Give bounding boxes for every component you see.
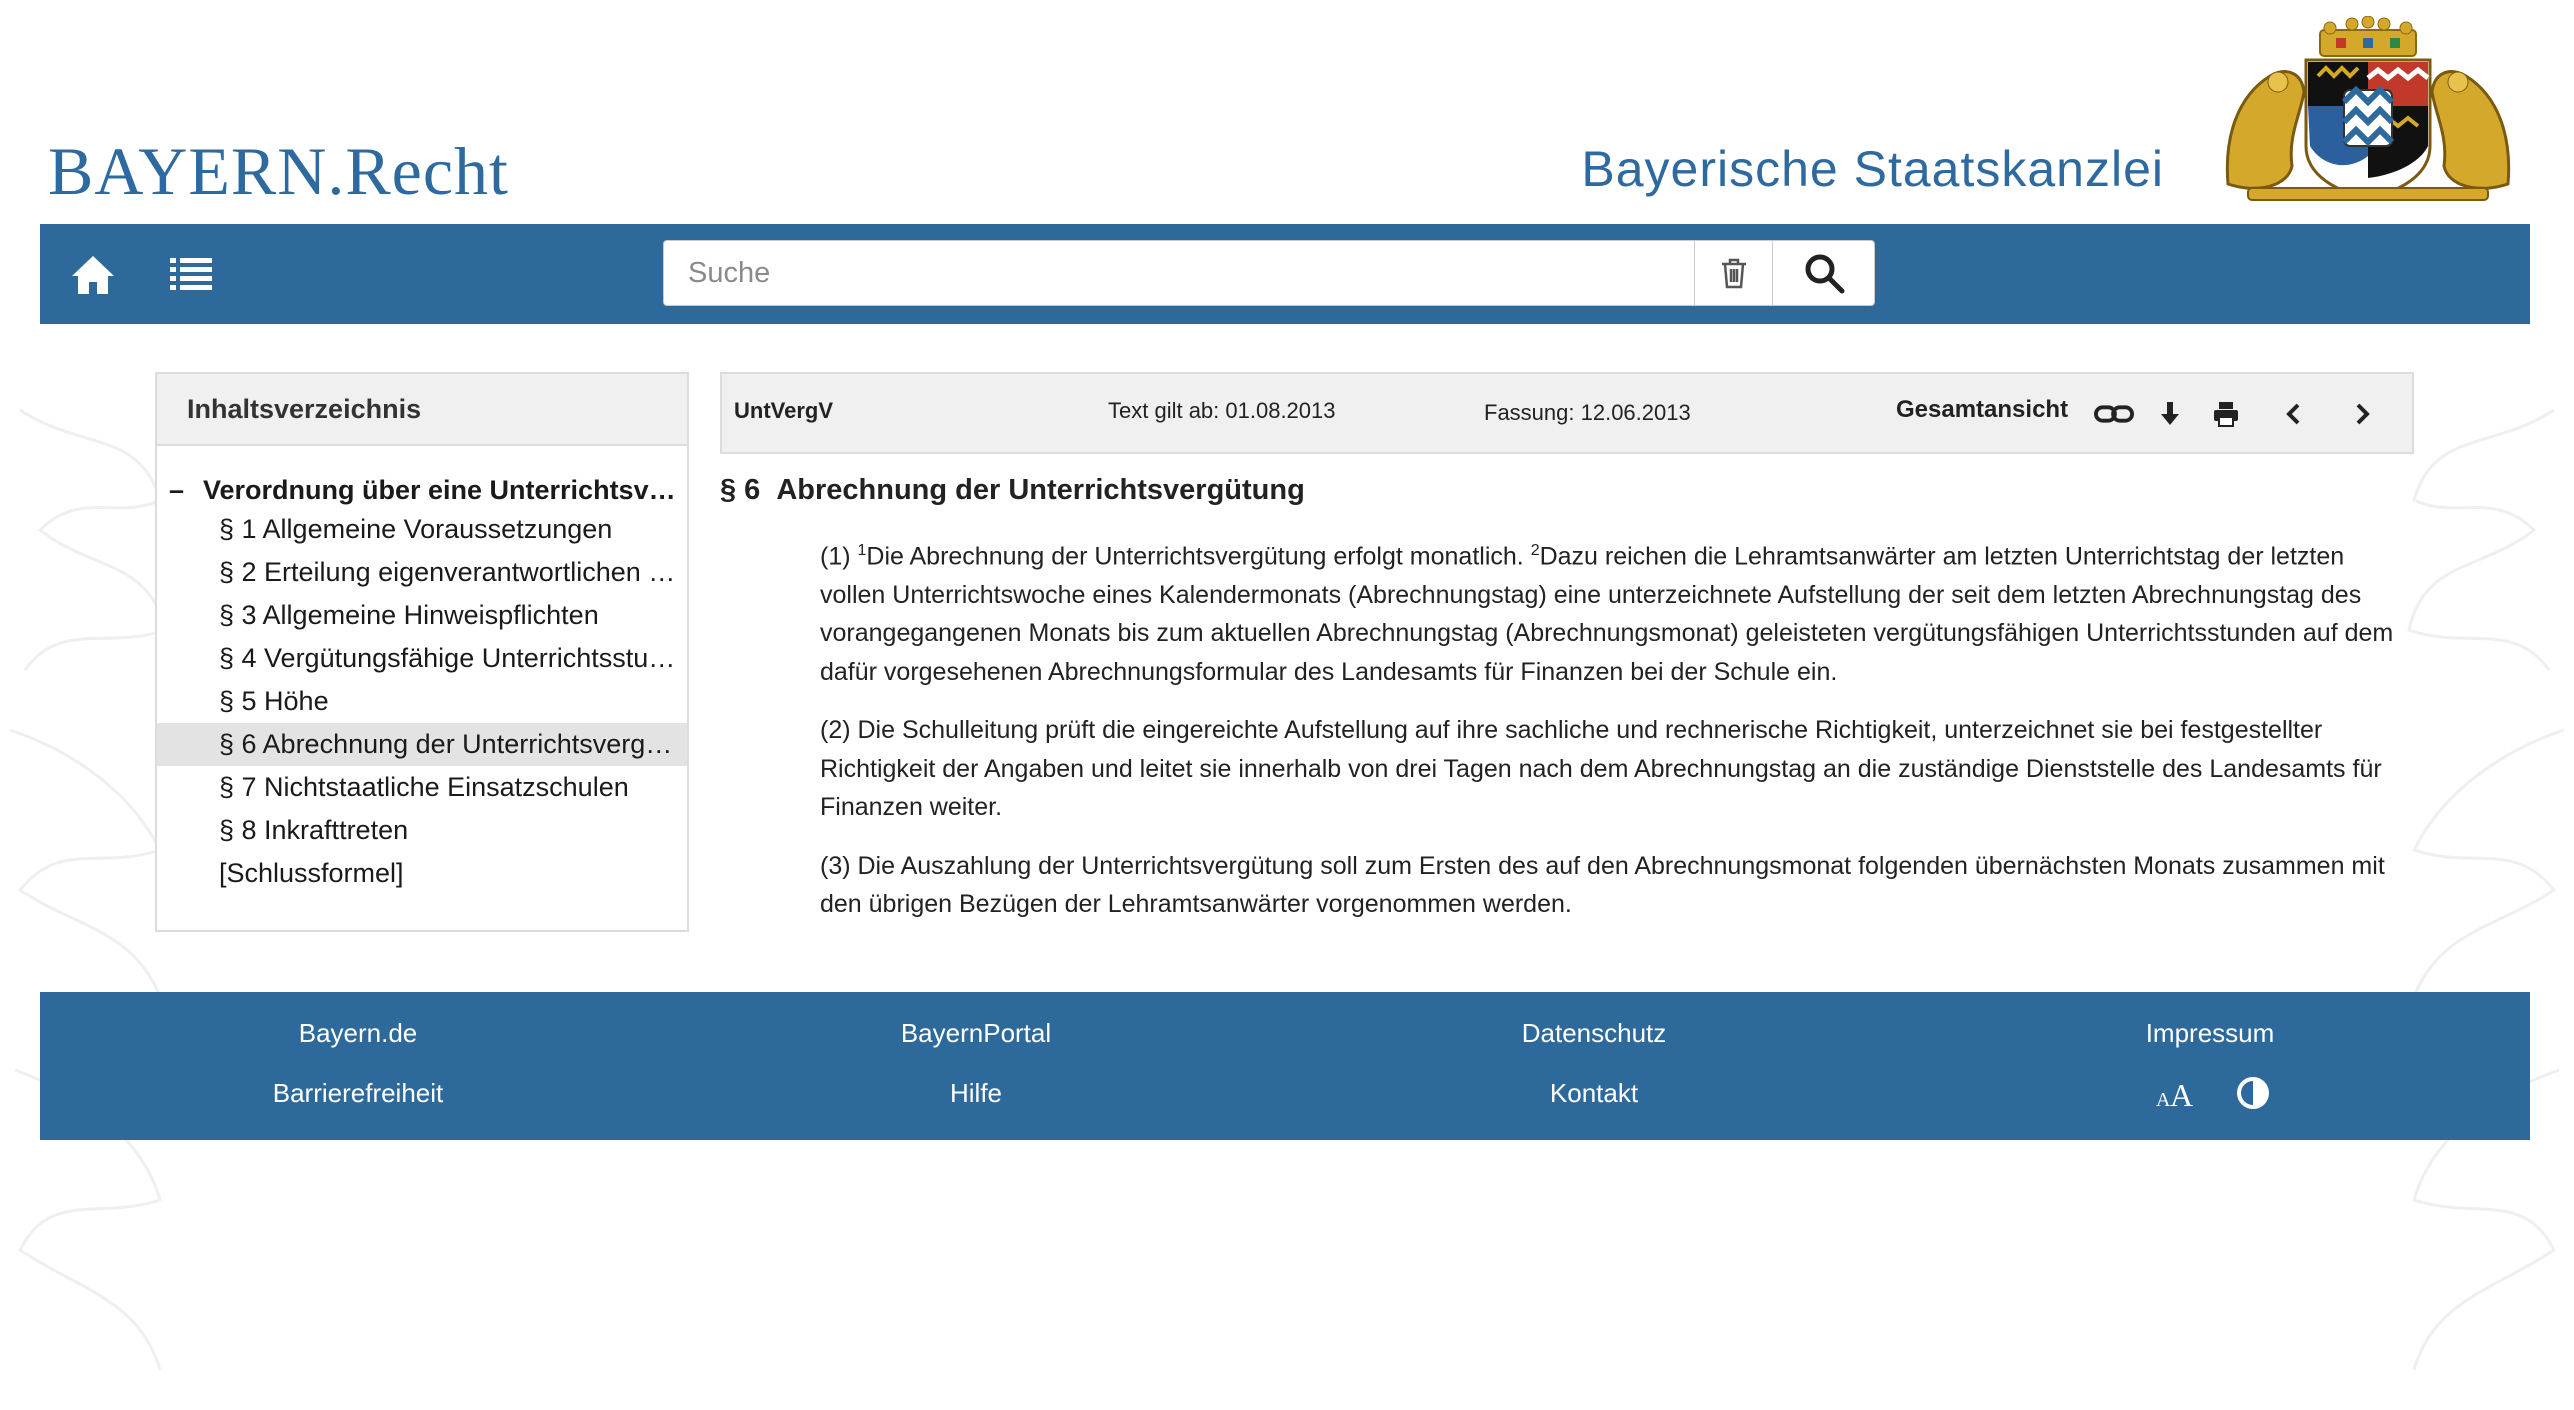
brand-word-1: Bayern xyxy=(48,133,327,209)
search-bar xyxy=(663,240,1875,306)
print-icon[interactable] xyxy=(2206,396,2246,432)
sentence-text: Die Abrechnung der Unterrichtsvergütung … xyxy=(866,542,1524,571)
valid-from-date: Text gilt ab: 01.08.2013 xyxy=(1108,398,1336,423)
list-icon[interactable] xyxy=(166,250,216,300)
collapse-icon[interactable]: – xyxy=(169,472,203,508)
brand-dot: . xyxy=(327,133,346,209)
link-icon[interactable] xyxy=(2094,396,2134,432)
table-of-contents: Inhaltsverzeichnis – Verordnung über eine… xyxy=(155,372,689,932)
decorative-lion-left xyxy=(9,408,167,1371)
paragraph-number: (1) xyxy=(820,542,851,571)
section-body: (1) 1Die Abrechnung der Unterrichtsvergü… xyxy=(820,532,2410,944)
footer-link-kontakt[interactable]: Kontakt xyxy=(1550,1078,1638,1109)
toc-item[interactable]: § 4 Vergütungsfähige Unterrichtsstunden xyxy=(157,637,687,680)
toc-root-item[interactable]: –Verordnung über eine Unterrichtsvergütu… xyxy=(169,472,679,508)
coat-of-arms-logo xyxy=(2225,16,2511,201)
home-icon[interactable] xyxy=(68,250,118,300)
decorative-lion-right xyxy=(2407,408,2565,1371)
toc-item[interactable]: § 1 Allgemeine Voraussetzungen xyxy=(157,508,687,551)
svg-text:A: A xyxy=(2156,1089,2171,1111)
paragraph-2: (2) Die Schulleitung prüft die eingereic… xyxy=(820,716,2382,822)
section-number: § 6 xyxy=(720,474,761,506)
contrast-icon[interactable] xyxy=(2236,1076,2270,1110)
full-view-link[interactable]: Gesamtansicht xyxy=(1896,396,2068,424)
staatskanzlei-title: Bayerische Staatskanzlei xyxy=(1581,141,2164,197)
footer-link-bayern-de[interactable]: Bayern.de xyxy=(299,1018,418,1049)
footer-link-datenschutz[interactable]: Datenschutz xyxy=(1522,1018,1667,1049)
search-icon[interactable] xyxy=(1772,241,1874,305)
law-abbreviation: UntVergV xyxy=(734,398,834,423)
footer-link-bayernportal[interactable]: BayernPortal xyxy=(901,1018,1051,1049)
svg-text:A: A xyxy=(2170,1077,2193,1112)
toc-item[interactable]: § 8 Inkrafttreten xyxy=(157,809,687,852)
paragraph-1: (1) 1Die Abrechnung der Unterrichtsvergü… xyxy=(820,532,2410,691)
toc-item[interactable]: § 5 Höhe xyxy=(157,680,687,723)
document-toolbar: UntVergV Text gilt ab: 01.08.2013 Fassun… xyxy=(720,372,2414,454)
paragraph-3: (3) Die Auszahlung der Unterrichtsvergüt… xyxy=(820,851,2385,919)
toc-item[interactable]: § 3 Allgemeine Hinweispflichten xyxy=(157,594,687,637)
toc-item[interactable]: § 2 Erteilung eigenverantwortlichen Unte… xyxy=(157,551,687,594)
main-navbar xyxy=(40,224,2530,324)
toc-heading: Inhaltsverzeichnis xyxy=(157,374,687,446)
toc-list: § 1 Allgemeine Voraussetzungen § 2 Ertei… xyxy=(157,508,687,895)
footer: Bayern.de BayernPortal Datenschutz Impre… xyxy=(40,992,2530,1140)
toc-item[interactable]: [Schlussformel] xyxy=(157,852,687,895)
toc-item[interactable]: § 7 Nichtstaatliche Einsatzschulen xyxy=(157,766,687,809)
section-heading: Abrechnung der Unterrichtsvergütung xyxy=(776,474,1305,506)
footer-link-impressum[interactable]: Impressum xyxy=(2146,1018,2275,1049)
sentence-marker: 2 xyxy=(1530,542,1540,559)
brand-word-2: Recht xyxy=(345,133,509,209)
font-size-icon[interactable]: A A xyxy=(2154,1076,2198,1113)
toc-root-label: Verordnung über eine Unterrichtsvergütun… xyxy=(203,475,679,505)
brand-text-1: Bayern xyxy=(48,133,328,209)
version-date: Fassung: 12.06.2013 xyxy=(1484,400,1691,425)
download-icon[interactable] xyxy=(2150,396,2190,432)
section-title: § 6 Abrechnung der Unterrichtsvergütung xyxy=(720,474,1305,507)
trash-icon[interactable] xyxy=(1694,241,1772,305)
footer-link-hilfe[interactable]: Hilfe xyxy=(950,1078,1002,1109)
search-input[interactable] xyxy=(664,241,1694,305)
bayern-recht-logo[interactable]: Bayern.Recht xyxy=(48,132,509,211)
toc-item-active[interactable]: § 6 Abrechnung der Unterrichtsvergütung xyxy=(157,723,687,766)
chevron-right-icon[interactable] xyxy=(2342,396,2382,432)
footer-link-barrierefreiheit[interactable]: Barrierefreiheit xyxy=(273,1078,444,1109)
chevron-left-icon[interactable] xyxy=(2274,396,2314,432)
